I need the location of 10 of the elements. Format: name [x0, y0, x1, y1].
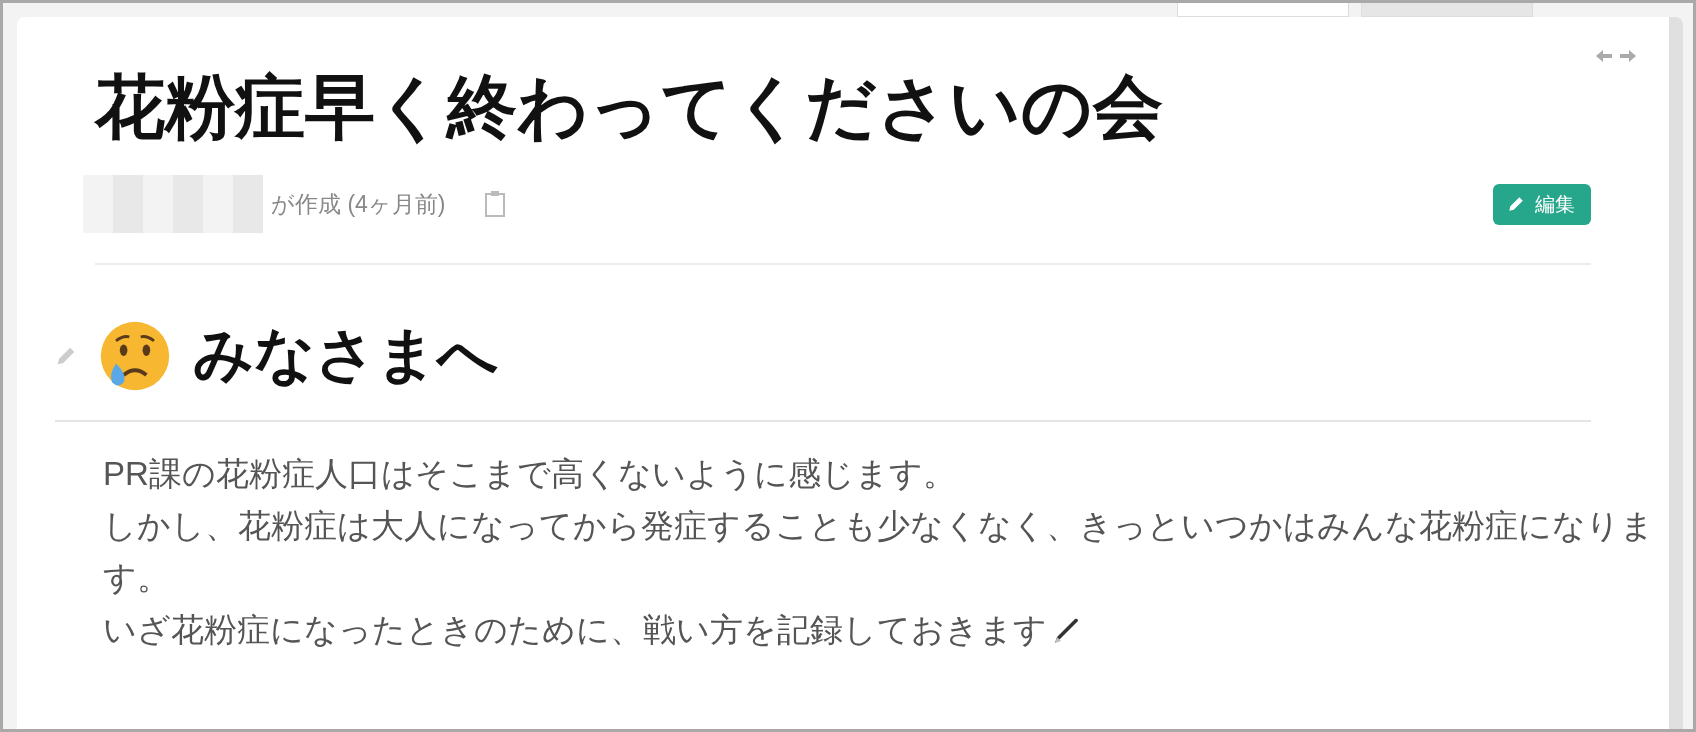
paragraph: しかし、花粉症は大人になってから発症することも少なくなく、きっといつかはみんな花粉症になります。 — [103, 506, 1655, 598]
arrows-icon[interactable] — [1594, 47, 1638, 65]
paragraph: PR課の花粉症人口はそこまで高くないように感じます。 — [103, 454, 957, 494]
pencil-icon — [1507, 195, 1525, 213]
section-heading: みなさまへ — [193, 320, 498, 390]
edit-button[interactable]: 編集 — [1493, 183, 1591, 225]
paragraph: いざ花粉症になったときのために、戦い方を記録しておきます — [103, 611, 1047, 648]
document-title: 花粉症早く終わってくださいの会 — [95, 67, 1164, 148]
clipboard-icon[interactable] — [483, 190, 506, 218]
created-info: が作成 (4ヶ月前) — [271, 189, 446, 219]
